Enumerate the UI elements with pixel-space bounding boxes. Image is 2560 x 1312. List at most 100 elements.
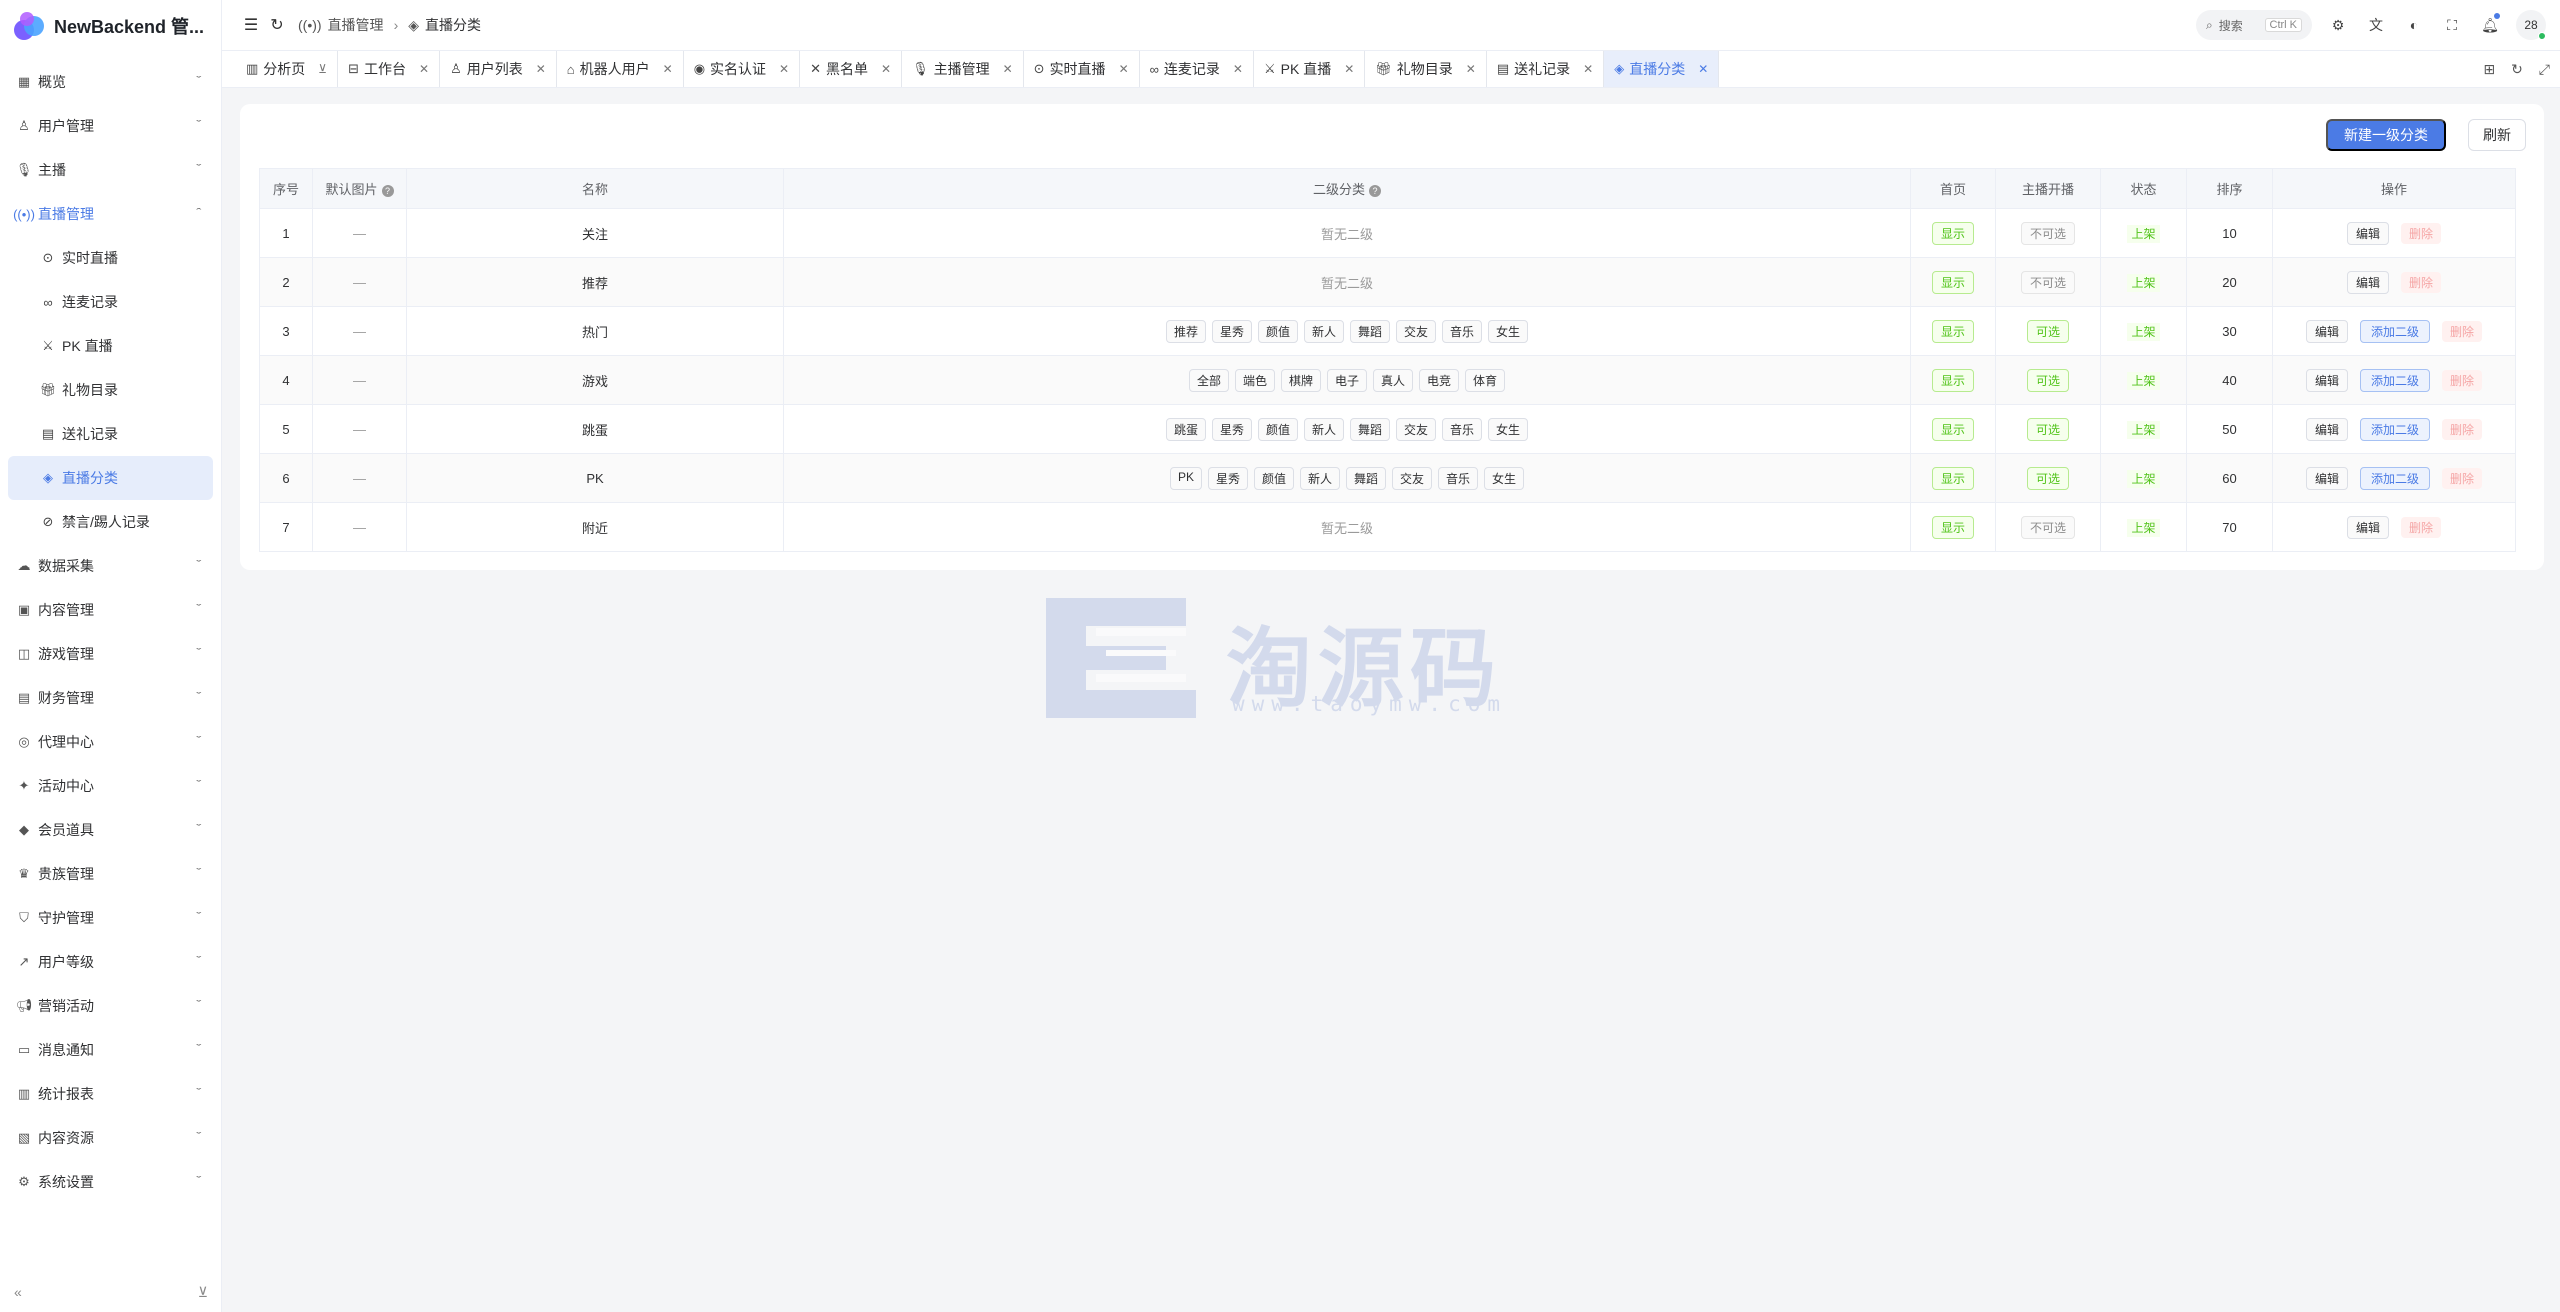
sidebar-item[interactable]: ◎ 代理中心 ˇ [8, 720, 213, 764]
breadcrumb-item[interactable]: 直播管理 [328, 15, 384, 35]
add-subcategory-button[interactable]: 添加二级 [2359, 466, 2430, 490]
avatar[interactable]: 28 [2516, 10, 2546, 40]
subcategory-chip[interactable]: 推荐 [1165, 319, 1206, 343]
sidebar-item[interactable]: ♛ 贵族管理 ˇ [8, 852, 213, 896]
reload-icon[interactable]: ↻ [264, 12, 290, 38]
sidebar-subitem[interactable]: ⊘ 禁言/踢人记录 [8, 500, 213, 544]
add-subcategory-button[interactable]: 添加二级 [2359, 319, 2430, 343]
tab[interactable]: ⌂ 机器人用户 ✕ [557, 51, 684, 87]
subcategory-chip[interactable]: 音乐 [1442, 319, 1483, 343]
subcategory-chip[interactable]: 女生 [1488, 319, 1529, 343]
edit-button[interactable]: 编辑 [2346, 270, 2389, 294]
sidebar-item[interactable]: ✦ 活动中心 ˇ [8, 764, 213, 808]
subcategory-chip[interactable]: 颜值 [1253, 466, 1294, 490]
subcategory-chip[interactable]: 星秀 [1207, 466, 1248, 490]
sidebar-item[interactable]: ▭ 消息通知 ˇ [8, 1028, 213, 1072]
tab-grid-icon[interactable]: ⊞ [2483, 61, 2495, 78]
sidebar-item[interactable]: ◫ 游戏管理 ˇ [8, 632, 213, 676]
edit-button[interactable]: 编辑 [2346, 515, 2389, 539]
edit-button[interactable]: 编辑 [2305, 368, 2348, 392]
subcategory-chip[interactable]: 颜值 [1257, 417, 1298, 441]
subcategory-chip[interactable]: 新人 [1299, 466, 1340, 490]
edit-button[interactable]: 编辑 [2346, 221, 2389, 245]
sidebar-item[interactable]: ↗ 用户等级 ˇ [8, 940, 213, 984]
sidebar-item[interactable]: ☁ 数据采集 ˇ [8, 544, 213, 588]
tab[interactable]: ⊙ 实时直播 ✕ [1024, 51, 1140, 87]
translate-icon[interactable]: 文 [2364, 13, 2388, 37]
subcategory-chip[interactable]: 星秀 [1211, 417, 1252, 441]
close-icon[interactable]: ✕ [779, 62, 789, 76]
subcategory-chip[interactable]: 女生 [1488, 417, 1529, 441]
subcategory-chip[interactable]: 舞蹈 [1346, 466, 1387, 490]
sidebar-item[interactable]: ▤ 财务管理 ˇ [8, 676, 213, 720]
sidebar-subitem[interactable]: ∞ 连麦记录 [8, 280, 213, 324]
sidebar-subitem[interactable]: ◈ 直播分类 [8, 456, 213, 500]
subcategory-chip[interactable]: 交友 [1392, 466, 1433, 490]
subcategory-chip[interactable]: 女生 [1484, 466, 1525, 490]
sidebar-item[interactable]: ▧ 内容资源 ˇ [8, 1116, 213, 1160]
subcategory-chip[interactable]: 舞蹈 [1350, 319, 1391, 343]
subcategory-chip[interactable]: 新人 [1303, 417, 1344, 441]
subcategory-chip[interactable]: 交友 [1396, 417, 1437, 441]
sidebar-item[interactable]: ((•)) 直播管理 ˆ [8, 192, 213, 236]
delete-button[interactable]: 删除 [2442, 320, 2483, 342]
subcategory-chip[interactable]: 舞蹈 [1350, 417, 1391, 441]
tab-refresh-icon[interactable]: ↻ [2511, 61, 2523, 78]
close-icon[interactable]: ✕ [1233, 62, 1243, 76]
tab[interactable]: ◈ 直播分类 ✕ [1604, 51, 1720, 87]
subcategory-chip[interactable]: 棋牌 [1280, 368, 1321, 392]
delete-button[interactable]: 删除 [2442, 467, 2483, 489]
refresh-button[interactable]: 刷新 [2468, 119, 2526, 151]
new-category-button[interactable]: 新建一级分类 [2326, 119, 2446, 151]
edit-button[interactable]: 编辑 [2305, 466, 2348, 490]
tab[interactable]: ♙ 用户列表 ✕ [440, 51, 557, 87]
edit-button[interactable]: 编辑 [2305, 319, 2348, 343]
delete-button[interactable]: 删除 [2401, 271, 2442, 293]
pin-icon[interactable]: ⊻ [318, 62, 327, 76]
tab[interactable]: 🎁︎ 礼物目录 ✕ [1365, 51, 1487, 87]
close-icon[interactable]: ✕ [1698, 62, 1708, 76]
brand[interactable]: NewBackend 管... [0, 0, 221, 52]
tab-maximize-icon[interactable]: ⤢ [2539, 61, 2550, 78]
subcategory-chip[interactable]: 音乐 [1438, 466, 1479, 490]
add-subcategory-button[interactable]: 添加二级 [2359, 368, 2430, 392]
subcategory-chip[interactable]: 端色 [1234, 368, 1275, 392]
tab[interactable]: ▥ 分析页 ⊻ [236, 51, 339, 87]
sidebar-subitem[interactable]: ⊙ 实时直播 [8, 236, 213, 280]
subcategory-chip[interactable]: 跳蛋 [1165, 417, 1206, 441]
fullscreen-icon[interactable]: ⛶ [2440, 13, 2464, 37]
subcategory-chip[interactable]: 新人 [1303, 319, 1344, 343]
theme-toggle-icon[interactable]: ◐ [2402, 13, 2426, 37]
subcategory-chip[interactable]: 真人 [1373, 368, 1414, 392]
subcategory-chip[interactable]: 电竞 [1419, 368, 1460, 392]
delete-button[interactable]: 删除 [2401, 222, 2442, 244]
subcategory-chip[interactable]: 音乐 [1442, 417, 1483, 441]
subcategory-chip[interactable]: 颜值 [1257, 319, 1298, 343]
tab[interactable]: ▤ 送礼记录 ✕ [1487, 51, 1605, 87]
close-icon[interactable]: ✕ [1003, 62, 1013, 76]
subcategory-chip[interactable]: 交友 [1396, 319, 1437, 343]
close-icon[interactable]: ✕ [1344, 62, 1354, 76]
sidebar-item[interactable]: ▦ 概览 ˇ [8, 60, 213, 104]
sidebar-item[interactable]: ⚙ 系统设置 ˇ [8, 1160, 213, 1204]
close-icon[interactable]: ✕ [1583, 62, 1593, 76]
close-icon[interactable]: ✕ [881, 62, 891, 76]
add-subcategory-button[interactable]: 添加二级 [2359, 417, 2430, 441]
subcategory-chip[interactable]: 全部 [1188, 368, 1229, 392]
menu-toggle-icon[interactable]: ☰ [238, 12, 264, 38]
subcategory-chip[interactable]: PK [1169, 466, 1202, 490]
sidebar-item[interactable]: ◆ 会员道具 ˇ [8, 808, 213, 852]
tab[interactable]: ◉ 实名认证 ✕ [684, 51, 801, 87]
close-icon[interactable]: ✕ [419, 62, 429, 76]
tab[interactable]: ⊟ 工作台 ✕ [338, 51, 441, 87]
close-icon[interactable]: ✕ [663, 62, 673, 76]
tab[interactable]: ∞ 连麦记录 ✕ [1140, 51, 1254, 87]
tab[interactable]: ⚔ PK 直播 ✕ [1254, 51, 1366, 87]
tab[interactable]: ✕ 黑名单 ✕ [800, 51, 903, 87]
delete-button[interactable]: 删除 [2401, 516, 2442, 538]
subcategory-chip[interactable]: 电子 [1326, 368, 1367, 392]
bell-icon[interactable]: 🔔︎ [2478, 13, 2502, 37]
sidebar-item[interactable]: ♙ 用户管理 ˇ [8, 104, 213, 148]
subcategory-chip[interactable]: 星秀 [1211, 319, 1252, 343]
subcategory-chip[interactable]: 体育 [1465, 368, 1506, 392]
